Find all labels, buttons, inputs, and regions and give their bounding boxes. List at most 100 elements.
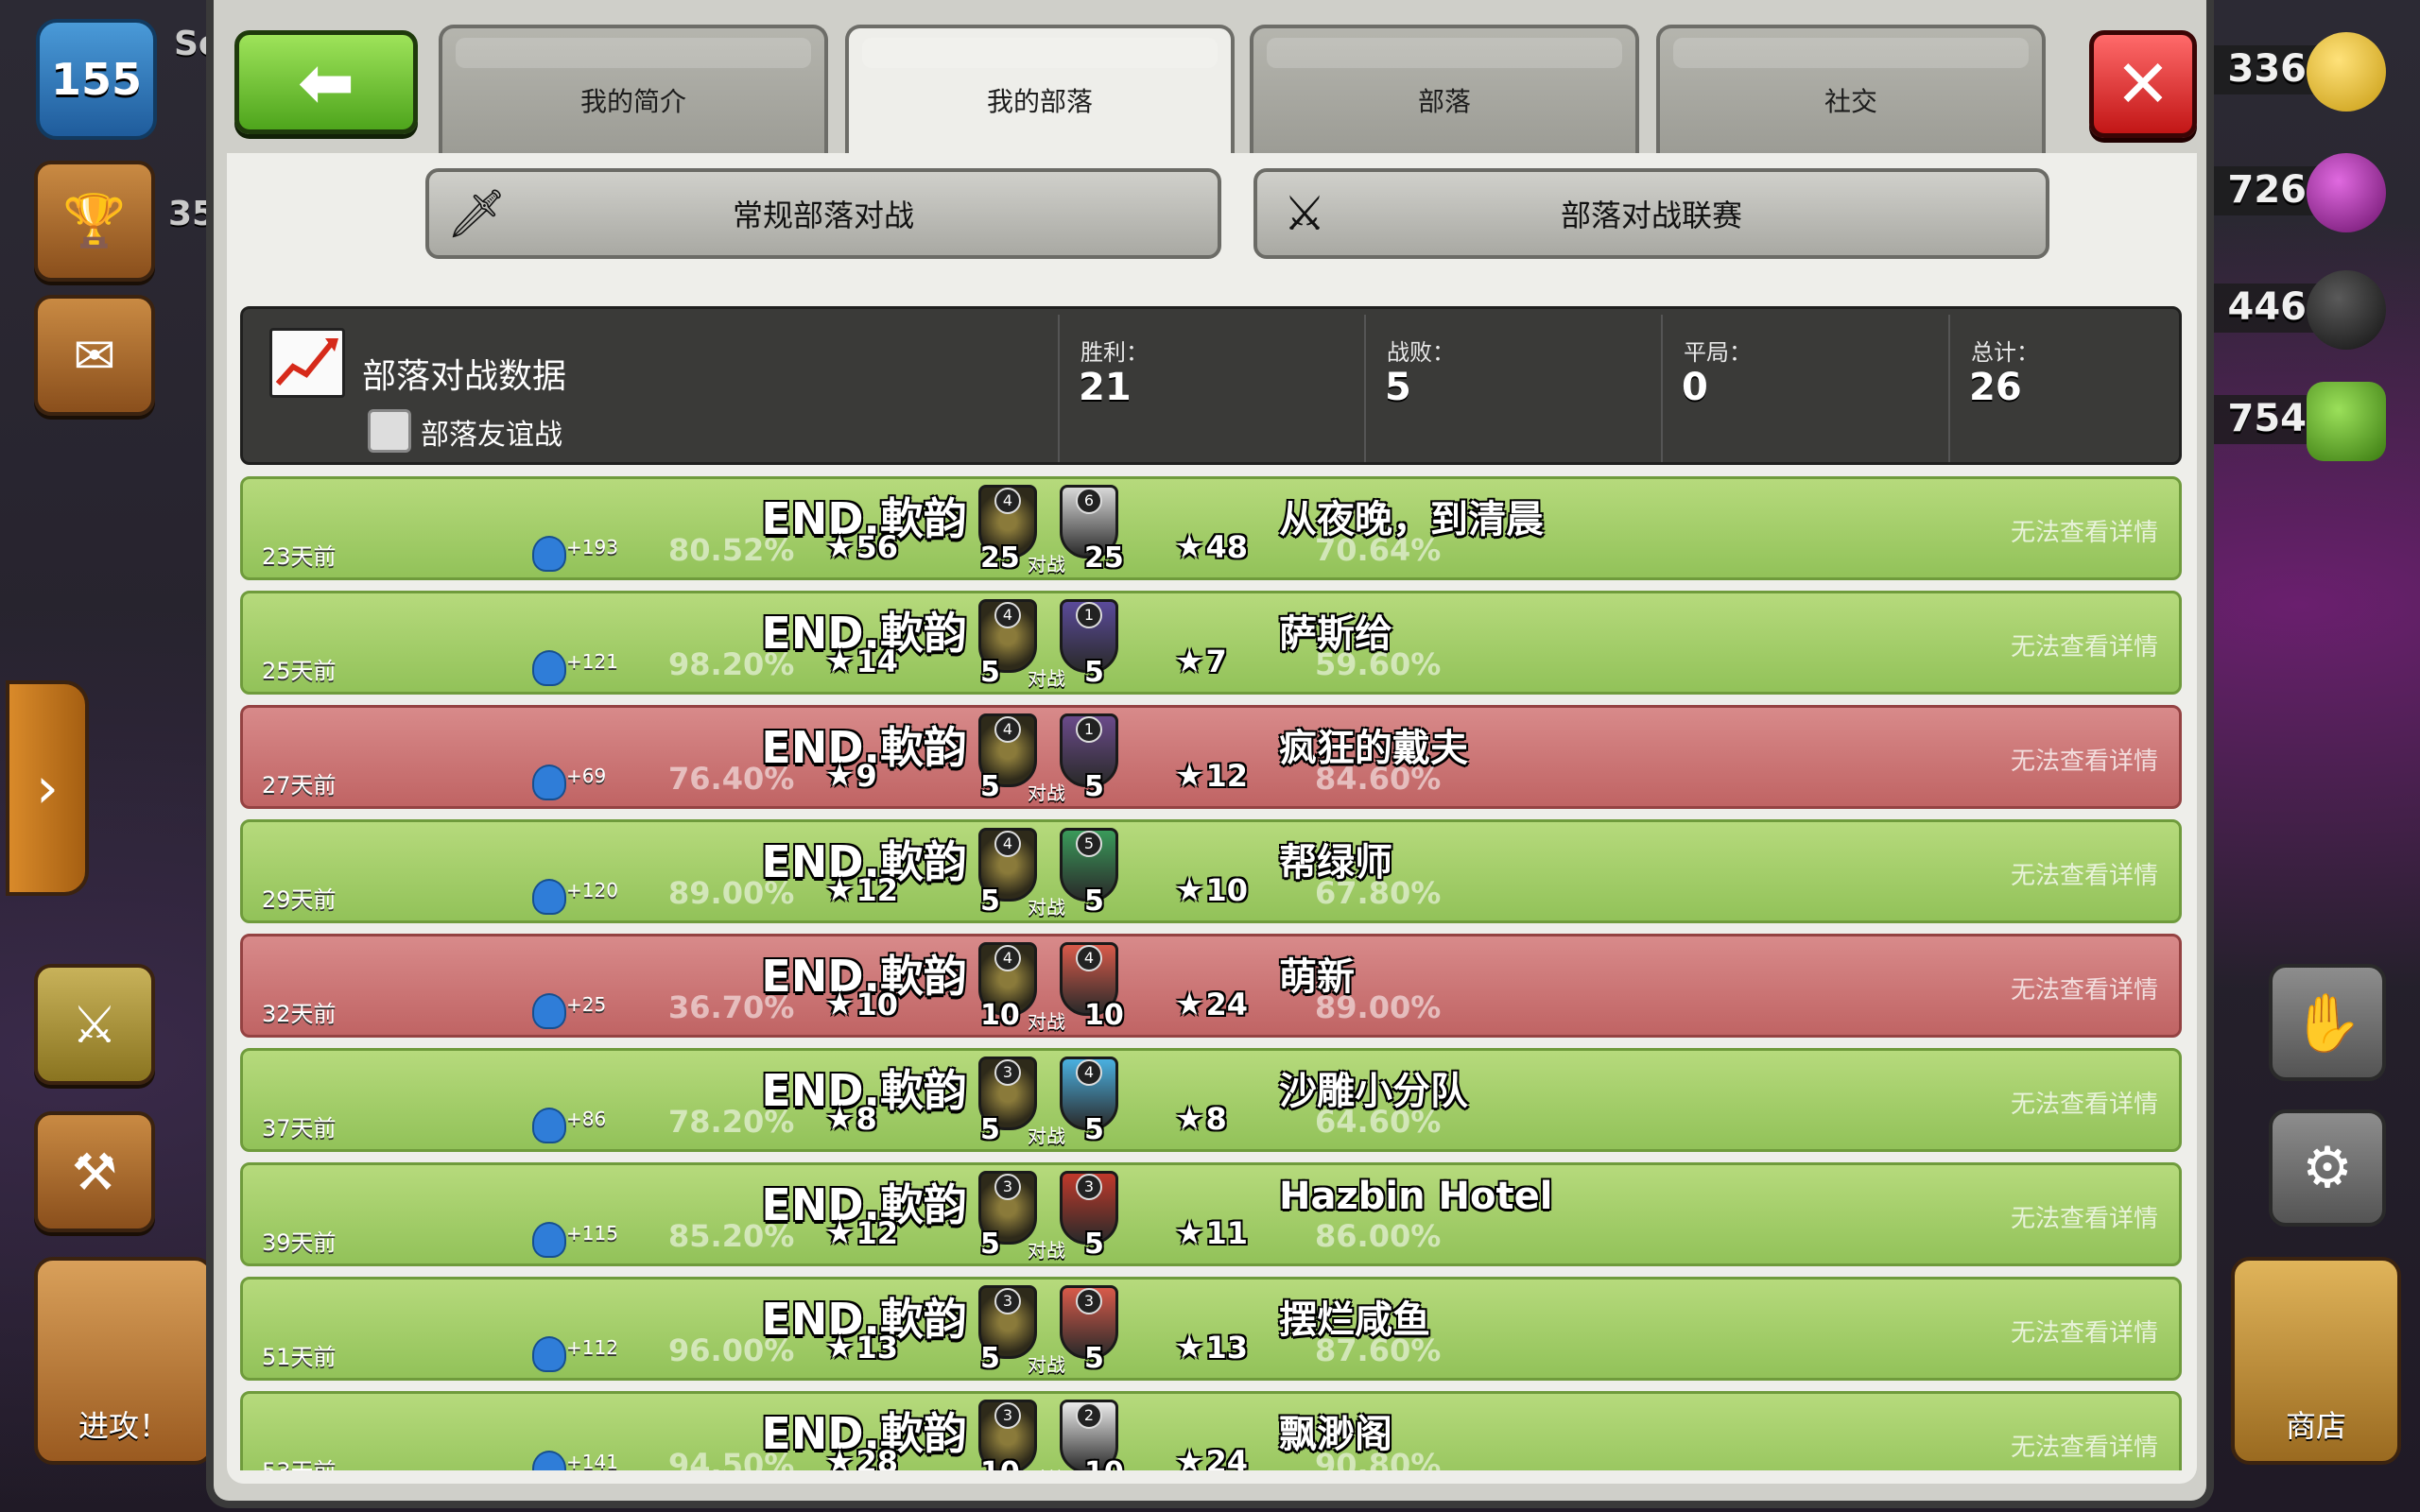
war-log-row[interactable]: 27天前 +69 END.軟韵 76.40% ★9 4 1 5 对战 5 疯狂的戴夫 ★12 84.60… <box>240 705 2182 809</box>
our-stars: ★9 <box>825 757 877 795</box>
versus-label: 对战 <box>1028 1125 1065 1147</box>
clan-xp-gained: +120 <box>566 879 618 902</box>
star-icon: ★ <box>825 1214 855 1252</box>
view-details-unavailable[interactable]: 无法查看详情 <box>2011 971 2158 1005</box>
opponent-clan-level: 6 <box>1076 488 1102 514</box>
opponent-stars-value: 7 <box>1205 644 1227 679</box>
versus-label: 对战 <box>1028 1239 1065 1262</box>
opponent-clan-level: 1 <box>1076 602 1102 628</box>
view-details-unavailable[interactable]: 无法查看详情 <box>2011 742 2158 777</box>
war-size-ours: 5 <box>980 1342 1000 1375</box>
our-stars-value: 8 <box>856 1101 877 1137</box>
clan-xp-gained: +141 <box>566 1451 618 1470</box>
clan-xp-icon <box>532 765 566 800</box>
our-stars: ★12 <box>825 871 898 909</box>
our-destruction-pct: 85.20% <box>668 1218 795 1254</box>
war-log-row[interactable]: 51天前 +112 END.軟韵 96.00% ★13 3 3 5 对战 5 摆烂咸鱼 ★13 87.6… <box>240 1277 2182 1381</box>
opponent-destruction-pct: 89.00% <box>1315 989 1442 1025</box>
opponent-stars: ★24 <box>1175 986 1248 1023</box>
our-stars: ★12 <box>825 1214 898 1252</box>
star-icon: ★ <box>1175 871 1204 909</box>
opponent-clan-level: 2 <box>1076 1402 1102 1429</box>
star-icon: ★ <box>1175 528 1204 566</box>
view-details-unavailable[interactable]: 无法查看详情 <box>2011 1085 2158 1120</box>
war-size-theirs: 5 <box>1084 885 1104 918</box>
view-details-unavailable[interactable]: 无法查看详情 <box>2011 1428 2158 1463</box>
our-stars-value: 12 <box>856 872 899 908</box>
opponent-clan-level: 3 <box>1076 1288 1102 1314</box>
our-stars: ★13 <box>825 1329 898 1366</box>
war-size-ours: 5 <box>980 1113 1000 1146</box>
versus-label: 对战 <box>1028 553 1065 576</box>
view-details-unavailable[interactable]: 无法查看详情 <box>2011 513 2158 548</box>
our-destruction-pct: 36.70% <box>668 989 795 1025</box>
war-size-theirs: 5 <box>1084 1228 1104 1261</box>
war-log-row[interactable]: 37天前 +86 END.軟韵 78.20% ★8 3 4 5 对战 5 沙雕小分队 ★8 64.60%… <box>240 1048 2182 1152</box>
opponent-stars: ★7 <box>1175 643 1227 680</box>
our-destruction-pct: 94.50% <box>668 1447 795 1470</box>
star-icon: ★ <box>825 871 855 909</box>
war-time-ago: 25天前 <box>262 658 337 684</box>
war-time-ago: 37天前 <box>262 1115 337 1142</box>
war-log-row[interactable]: 25天前 +121 END.軟韵 98.20% ★14 4 1 5 对战 5 萨斯给 ★7 59.60%… <box>240 591 2182 695</box>
our-destruction-pct: 76.40% <box>668 761 795 797</box>
star-icon: ★ <box>1175 643 1204 680</box>
war-log-list: 23天前 +193 END.軟韵 80.52% ★56 4 6 25 对战 25 从夜晚，到清晨 ★4… <box>0 0 2420 1470</box>
war-size-theirs: 25 <box>1084 541 1124 575</box>
clan-xp-icon <box>532 1451 566 1470</box>
our-destruction-pct: 98.20% <box>668 646 795 682</box>
opponent-destruction-pct: 87.60% <box>1315 1332 1442 1368</box>
our-clan-level: 3 <box>994 1288 1021 1314</box>
star-icon: ★ <box>1175 1443 1204 1470</box>
our-stars-value: 13 <box>856 1330 899 1366</box>
war-time-ago: 32天前 <box>262 1001 337 1027</box>
view-details-unavailable[interactable]: 无法查看详情 <box>2011 627 2158 662</box>
our-destruction-pct: 80.52% <box>668 532 795 568</box>
clan-xp-gained: +69 <box>566 765 607 787</box>
clan-xp-icon <box>532 879 566 915</box>
clan-xp-icon <box>532 1222 566 1258</box>
our-clan-level: 3 <box>994 1402 1021 1429</box>
our-clan-level: 4 <box>994 945 1021 971</box>
star-icon: ★ <box>825 528 855 566</box>
our-clan-level: 4 <box>994 602 1021 628</box>
war-log-row[interactable]: 32天前 +25 END.軟韵 36.70% ★10 4 4 10 对战 10 萌新 ★24 89.00… <box>240 934 2182 1038</box>
versus-label: 对战 <box>1028 1353 1065 1376</box>
opponent-stars-value: 8 <box>1205 1101 1227 1137</box>
our-stars-value: 56 <box>856 529 899 565</box>
our-stars-value: 12 <box>856 1215 899 1251</box>
war-log-row[interactable]: 29天前 +120 END.軟韵 89.00% ★12 4 5 5 对战 5 帮绿师 ★10 67.80… <box>240 819 2182 923</box>
our-destruction-pct: 78.20% <box>668 1104 795 1140</box>
star-icon: ★ <box>825 986 855 1023</box>
opponent-stars: ★48 <box>1175 528 1248 566</box>
war-size-ours: 25 <box>980 541 1020 575</box>
opponent-stars: ★8 <box>1175 1100 1227 1138</box>
war-log-row[interactable]: 53天前+141END.軟韵94.50%★283210对战10飘渺阁★2490.… <box>240 1391 2182 1470</box>
our-clan-level: 4 <box>994 716 1021 743</box>
opponent-clan-level: 4 <box>1076 945 1102 971</box>
war-log-row[interactable]: 23天前 +193 END.軟韵 80.52% ★56 4 6 25 对战 25 从夜晚，到清晨 ★4… <box>240 476 2182 580</box>
star-icon: ★ <box>1175 757 1204 795</box>
versus-label: 对战 <box>1028 896 1065 919</box>
our-stars-value: 9 <box>856 758 877 794</box>
view-details-unavailable[interactable]: 无法查看详情 <box>2011 856 2158 891</box>
opponent-clan-level: 3 <box>1076 1174 1102 1200</box>
our-destruction-pct: 89.00% <box>668 875 795 911</box>
war-log-row[interactable]: 39天前 +115 END.軟韵 85.20% ★12 3 3 5 对战 5 Hazbin Hote… <box>240 1162 2182 1266</box>
opponent-destruction-pct: 90.80% <box>1315 1447 1442 1470</box>
war-size-theirs: 10 <box>1084 999 1124 1032</box>
our-stars: ★8 <box>825 1100 877 1138</box>
versus-label: 对战 <box>1028 1010 1065 1033</box>
view-details-unavailable[interactable]: 无法查看详情 <box>2011 1199 2158 1234</box>
star-icon: ★ <box>825 643 855 680</box>
opponent-stars-value: 12 <box>1205 758 1249 794</box>
war-size-ours: 10 <box>980 999 1020 1032</box>
opponent-stars: ★11 <box>1175 1214 1248 1252</box>
war-size-ours: 5 <box>980 1228 1000 1261</box>
clan-xp-icon <box>532 650 566 686</box>
our-clan-level: 3 <box>994 1174 1021 1200</box>
view-details-unavailable[interactable]: 无法查看详情 <box>2011 1314 2158 1349</box>
our-stars: ★56 <box>825 528 898 566</box>
star-icon: ★ <box>1175 1100 1204 1138</box>
opponent-stars: ★12 <box>1175 757 1248 795</box>
